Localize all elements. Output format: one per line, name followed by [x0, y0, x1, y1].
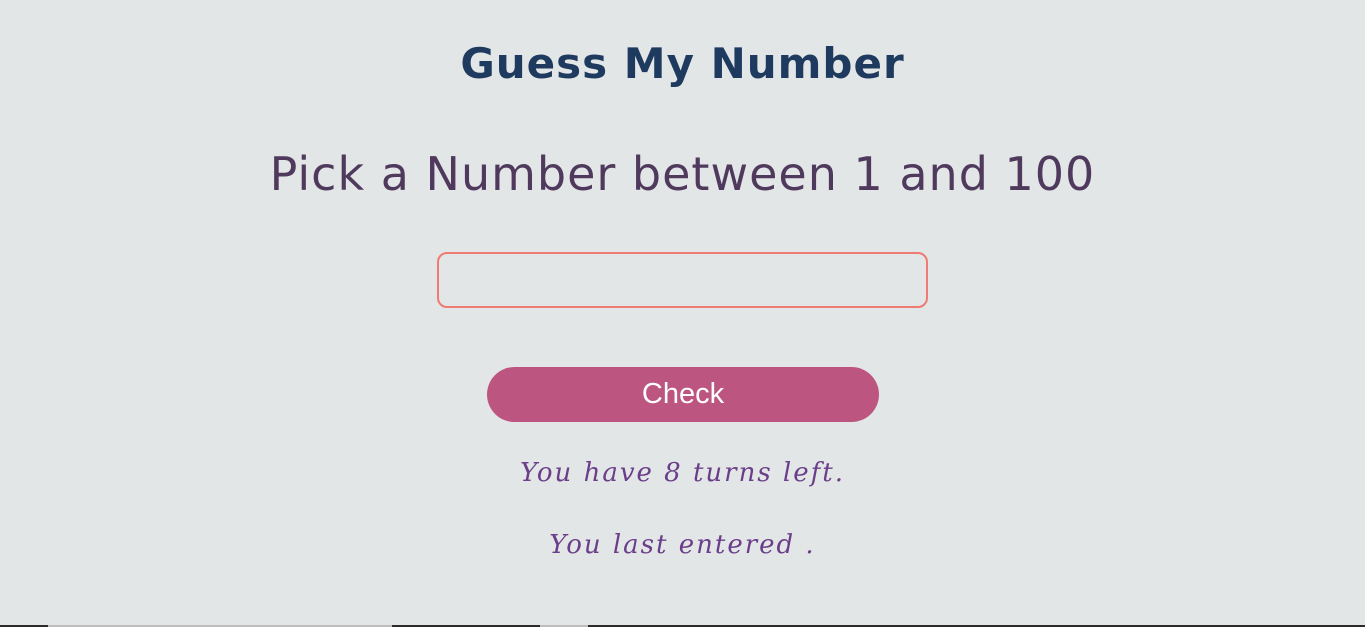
check-button[interactable]: Check — [487, 367, 879, 422]
page-title: Guess My Number — [460, 39, 905, 88]
guess-input[interactable] — [437, 252, 928, 308]
instruction-prompt: Pick a Number between 1 and 100 — [269, 147, 1096, 201]
turns-left-text: You have 8 turns left. — [520, 458, 845, 488]
last-entered-text: You last entered . — [549, 530, 816, 560]
